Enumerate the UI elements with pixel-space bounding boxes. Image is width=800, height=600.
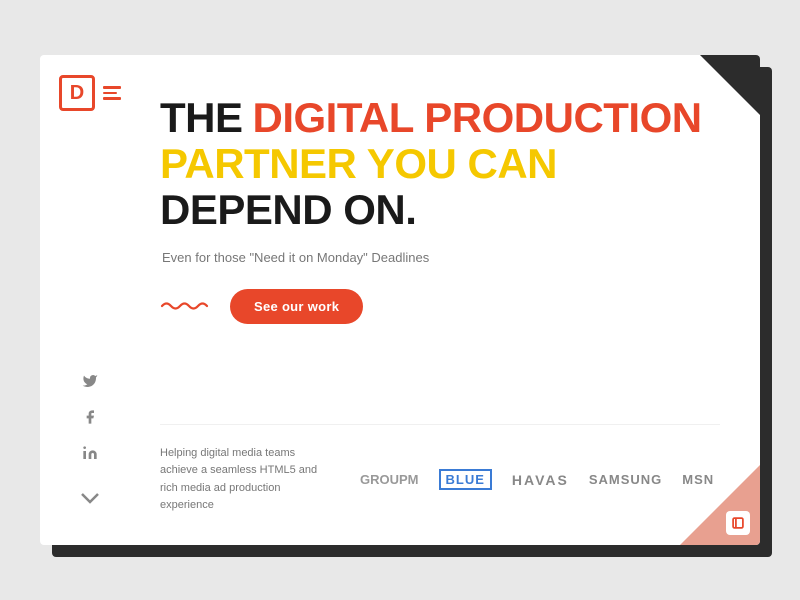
hero-title: THE DIGITAL PRODUCTION PARTNER YOU CAN D…	[160, 95, 720, 234]
logo-msn: msn	[682, 472, 714, 487]
partner-logos: groupm Blue HAVAS SAMSUNG msn	[360, 469, 720, 490]
title-the: THE	[160, 95, 243, 141]
bottom-section: Helping digital media teams achieve a se…	[160, 424, 720, 515]
title-line2: PARTNER YOU CAN	[160, 141, 720, 187]
scroll-down-button[interactable]	[80, 491, 100, 505]
cta-row: See our work	[160, 289, 720, 324]
logo-blue: Blue	[439, 469, 492, 490]
logo-groupm: groupm	[360, 472, 419, 487]
main-card: D	[40, 55, 760, 545]
bottom-description: Helping digital media teams achieve a se…	[160, 445, 330, 515]
content-area: THE DIGITAL PRODUCTION PARTNER YOU CAN D…	[140, 55, 760, 545]
linkedin-icon[interactable]	[80, 443, 100, 463]
menu-line-2	[103, 92, 117, 95]
menu-line-3	[103, 97, 121, 100]
facebook-icon[interactable]	[80, 407, 100, 427]
social-icons-group	[80, 371, 100, 545]
wave-decoration	[160, 299, 210, 313]
sidebar: D	[40, 55, 140, 545]
menu-button[interactable]	[103, 86, 121, 100]
hero-section: THE DIGITAL PRODUCTION PARTNER YOU CAN D…	[160, 95, 720, 414]
title-digital-production: DIGITAL PRODUCTION	[253, 95, 702, 141]
hero-subtitle: Even for those "Need it on Monday" Deadl…	[162, 250, 720, 265]
see-our-work-button[interactable]: See our work	[230, 289, 363, 324]
page-wrapper: D	[40, 55, 760, 545]
corner-logo-icon[interactable]	[726, 511, 750, 535]
logo-havas: HAVAS	[512, 472, 569, 488]
logo-samsung: SAMSUNG	[589, 472, 662, 487]
twitter-icon[interactable]	[80, 371, 100, 391]
menu-line-1	[103, 86, 121, 89]
title-line3: DEPEND ON.	[160, 187, 720, 233]
logo-area: D	[59, 75, 121, 111]
logo-icon[interactable]: D	[59, 75, 95, 111]
